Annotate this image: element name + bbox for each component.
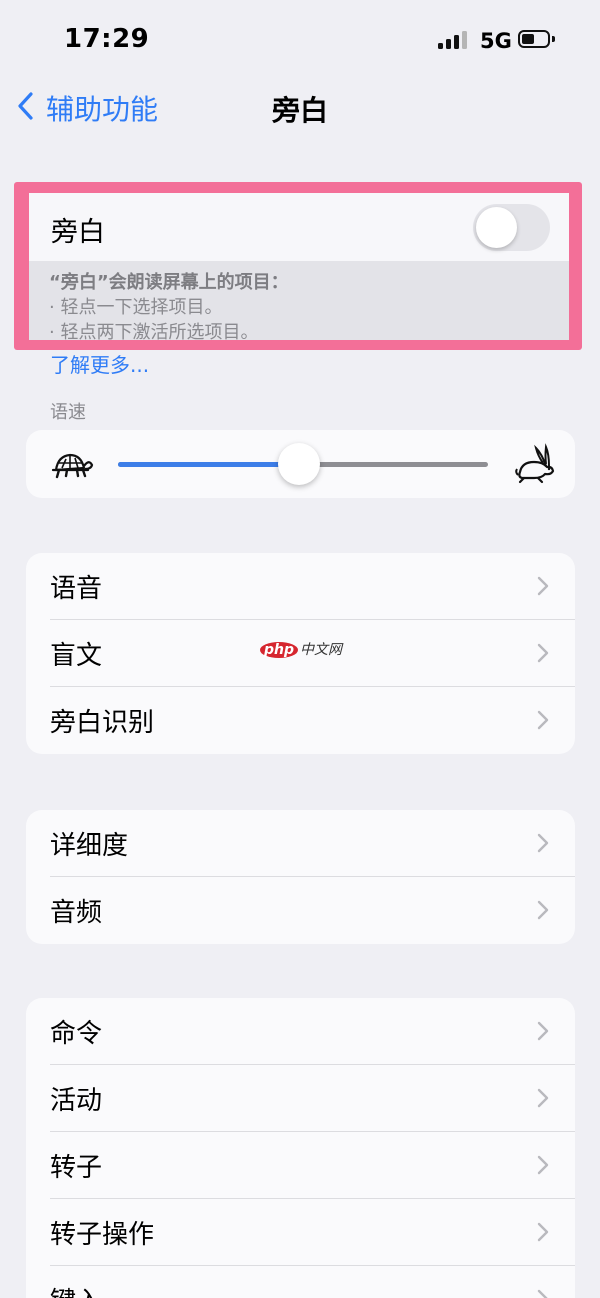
row-rotor-actions[interactable]: 转子操作 [26, 1199, 575, 1266]
settings-group-3: 命令 活动 转子 转子操作 键入 [26, 998, 575, 1298]
watermark: php 中文网 [260, 639, 342, 659]
row-label: 音频 [50, 898, 103, 928]
row-label: 语音 [50, 574, 103, 604]
row-label: 键入 [50, 1281, 102, 1298]
row-label: 命令 [50, 1019, 103, 1049]
row-label: 旁白识别 [50, 708, 155, 738]
chevron-right-icon [537, 710, 549, 730]
speaking-rate-thumb[interactable] [278, 443, 321, 485]
voiceover-row: 旁白 [29, 193, 569, 261]
speaking-rate-header: 语速 [50, 402, 86, 423]
voiceover-description: “旁白”会朗读屏幕上的项目： · 轻点一下选择项目。 · 轻点两下激活所选项目。 [49, 270, 289, 340]
chevron-right-icon [537, 1088, 549, 1108]
row-label: 转子 [50, 1153, 103, 1183]
battery-cap [552, 36, 555, 42]
cellular-signal-icon [438, 31, 472, 49]
row-label: 转子操作 [50, 1220, 155, 1250]
row-commands[interactable]: 命令 [26, 998, 575, 1065]
row-audio[interactable]: 音频 [26, 877, 575, 944]
description-title: “旁白”会朗读屏幕上的项目： [49, 272, 289, 293]
row-label: 盲文 [50, 641, 103, 671]
voiceover-card: 旁白 “旁白”会朗读屏幕上的项目： · 轻点一下选择项目。 · 轻点两下激活所选… [29, 193, 569, 340]
row-activities[interactable]: 活动 [26, 1065, 575, 1132]
network-type: 5G [480, 29, 512, 53]
row-typing[interactable]: 键入 [26, 1266, 575, 1298]
chevron-right-icon [537, 1222, 549, 1242]
chevron-right-icon [537, 1021, 549, 1041]
turtle-icon [51, 453, 94, 479]
chevron-right-icon [537, 900, 549, 920]
row-speech[interactable]: 语音 [26, 553, 575, 620]
voiceover-label: 旁白 [51, 217, 105, 248]
row-rotor[interactable]: 转子 [26, 1132, 575, 1199]
chevron-right-icon [537, 576, 549, 596]
rabbit-icon [515, 443, 555, 484]
description-item: 轻点一下选择项目。 [60, 297, 223, 318]
settings-group-2: 详细度 音频 [26, 810, 575, 944]
speaking-rate-card [26, 430, 575, 498]
toggle-knob [476, 207, 517, 248]
learn-more-link[interactable]: 了解更多... [50, 349, 149, 378]
chevron-right-icon [537, 1289, 548, 1298]
speaking-rate-fill [118, 462, 300, 467]
status-time: 17:29 [64, 24, 150, 54]
chevron-right-icon [537, 1155, 549, 1175]
row-voiceover-recognition[interactable]: 旁白识别 [26, 687, 575, 754]
battery-icon [518, 30, 550, 48]
row-verbosity[interactable]: 详细度 [26, 810, 575, 877]
description-item: 轻点两下激活所选项目。 [60, 322, 259, 340]
page-title: 旁白 [271, 94, 328, 127]
chevron-right-icon [537, 643, 549, 663]
row-label: 详细度 [50, 831, 129, 861]
voiceover-toggle[interactable] [473, 204, 550, 251]
chevron-right-icon [537, 833, 549, 853]
row-label: 活动 [50, 1086, 103, 1116]
